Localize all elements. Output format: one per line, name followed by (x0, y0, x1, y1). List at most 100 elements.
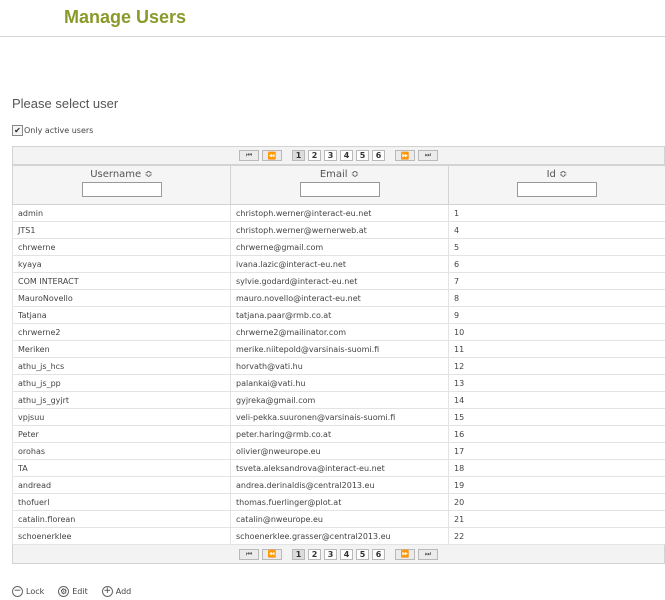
id-cell: 9 (448, 306, 665, 324)
page-2-button[interactable]: 2 (308, 150, 321, 161)
id-cell: 22 (448, 527, 665, 545)
email-cell: sylvie.godard@interact-eu.net (230, 272, 449, 290)
username-cell: JTS1 (12, 221, 231, 239)
previous-page-button[interactable]: ⏪ (262, 150, 282, 161)
table-row[interactable]: chrwerne chrwerne@gmail.com 5 (12, 238, 665, 256)
table-row[interactable]: vpjsuu veli-pekka.suuronen@varsinais-suom… (12, 408, 665, 426)
table-row[interactable]: COM INTERACT sylvie.godard@interact-eu.ne… (12, 272, 665, 290)
username-cell: Tatjana (12, 306, 231, 324)
plus-circle-icon: + (101, 586, 113, 597)
users-table: Username ≎ Email ≎ Id ≎ admin christoph.w… (12, 165, 665, 545)
table-row[interactable]: admin christoph.werner@interact-eu.net 1 (12, 204, 665, 222)
previous-page-icon: ⏪ (267, 151, 277, 160)
email-cell: chrwerne2@mailinator.com (230, 323, 449, 341)
next-page-button[interactable]: ⏩ (395, 548, 415, 560)
email-cell: christoph.werner@interact-eu.net (230, 204, 449, 222)
only-active-checkbox[interactable]: ✔ (12, 125, 23, 136)
page-5-button[interactable]: 5 (356, 150, 369, 161)
id-cell: 14 (448, 391, 665, 409)
table-row[interactable]: athu_js_pp palankai@vati.hu 13 (12, 374, 665, 392)
email-cell: horvath@vati.hu (230, 357, 449, 375)
email-cell: gyjreka@gmail.com (230, 391, 449, 409)
email-cell: schoenerklee.grasser@central2013.eu (230, 527, 449, 545)
id-cell: 7 (448, 272, 665, 290)
table-row[interactable]: athu_js_gyjrt gyjreka@gmail.com 14 (12, 391, 665, 409)
table-row[interactable]: chrwerne2 chrwerne2@mailinator.com 10 (12, 323, 665, 341)
table-row[interactable]: thofuerl thomas.fuerlinger@plot.at 20 (12, 493, 665, 511)
id-cell: 1 (448, 204, 665, 222)
table-row[interactable]: TA tsveta.aleksandrova@interact-eu.net 18 (12, 459, 665, 477)
id-cell: 12 (448, 357, 665, 375)
email-cell: christoph.werner@wernerweb.at (230, 221, 449, 239)
lock-button[interactable]: − Lock (12, 586, 44, 597)
table-row[interactable]: andread andrea.derinaldis@central2013.eu 1… (12, 476, 665, 494)
first-page-icon: ⏮ (245, 151, 253, 159)
page-5-button[interactable]: 5 (356, 548, 369, 560)
page-6-button[interactable]: 6 (372, 548, 385, 560)
table-row[interactable]: MauroNovello mauro.novello@interact-eu.ne… (12, 289, 665, 307)
table-row[interactable]: catalin.florean catalin@nweurope.eu 21 (12, 510, 665, 528)
table-row[interactable]: schoenerklee schoenerklee.grasser@central… (12, 527, 665, 545)
id-header-label: Id (546, 169, 556, 180)
next-page-icon: ⏩ (400, 151, 410, 160)
email-cell: mauro.novello@interact-eu.net (230, 289, 449, 307)
add-label: Add (115, 587, 132, 596)
column-header-id[interactable]: Id ≎ (448, 165, 665, 205)
email-cell: merike.niitepold@varsinais-suomi.fi (230, 340, 449, 358)
users-table-container: ⏮ ⏪ 1 2 3 4 5 6 ⏩ ⏭ Username ≎ Email ≎ I… (12, 146, 665, 564)
first-page-button[interactable]: ⏮ (239, 548, 259, 560)
last-page-button[interactable]: ⏭ (418, 548, 438, 560)
id-cell: 5 (448, 238, 665, 256)
edit-label: Edit (72, 587, 88, 596)
username-cell: vpjsuu (12, 408, 231, 426)
table-row[interactable]: Peter peter.haring@rmb.co.at 16 (12, 425, 665, 443)
page-4-button[interactable]: 4 (340, 548, 353, 560)
email-cell: andrea.derinaldis@central2013.eu (230, 476, 449, 494)
table-row[interactable]: athu_js_hcs horvath@vati.hu 12 (12, 357, 665, 375)
page-6-button[interactable]: 6 (372, 150, 385, 161)
column-header-username[interactable]: Username ≎ (12, 165, 231, 205)
next-page-button[interactable]: ⏩ (395, 150, 415, 161)
id-cell: 19 (448, 476, 665, 494)
email-cell: tatjana.paar@rmb.co.at (230, 306, 449, 324)
add-button[interactable]: + Add (101, 586, 132, 597)
email-cell: tsveta.aleksandrova@interact-eu.net (230, 459, 449, 477)
username-cell: athu_js_pp (12, 374, 231, 392)
table-row[interactable]: Meriken merike.niitepold@varsinais-suomi.… (12, 340, 665, 358)
page-1-button[interactable]: 1 (292, 548, 305, 560)
id-cell: 20 (448, 493, 665, 511)
action-bar: − Lock ⚙ Edit + Add (12, 586, 131, 597)
title-divider (0, 36, 665, 37)
email-cell: ivana.lazic@interact-eu.net (230, 255, 449, 273)
username-cell: thofuerl (12, 493, 231, 511)
table-row[interactable]: kyaya ivana.lazic@interact-eu.net 6 (12, 255, 665, 273)
edit-button[interactable]: ⚙ Edit (58, 586, 88, 597)
last-page-button[interactable]: ⏭ (418, 150, 438, 161)
column-header-email[interactable]: Email ≎ (230, 165, 449, 205)
id-cell: 17 (448, 442, 665, 460)
page-2-button[interactable]: 2 (308, 548, 321, 560)
id-filter-input[interactable] (517, 182, 597, 197)
table-row[interactable]: Tatjana tatjana.paar@rmb.co.at 9 (12, 306, 665, 324)
active-users-filter[interactable]: ✔ Only active users (12, 125, 93, 136)
sort-icon: ≎ (559, 169, 568, 180)
username-filter-input[interactable] (81, 182, 162, 197)
page-3-button[interactable]: 3 (324, 548, 337, 560)
page-3-button[interactable]: 3 (324, 150, 337, 161)
username-cell: MauroNovello (12, 289, 231, 307)
username-cell: athu_js_hcs (12, 357, 231, 375)
email-filter-input[interactable] (299, 182, 380, 197)
table-row[interactable]: orohas olivier@nweurope.eu 17 (12, 442, 665, 460)
previous-page-button[interactable]: ⏪ (262, 548, 282, 560)
email-header-label: Email (319, 169, 348, 180)
page-1-button[interactable]: 1 (292, 150, 305, 161)
page-title: Manage Users (64, 7, 187, 27)
previous-page-icon: ⏪ (267, 550, 277, 558)
id-cell: 13 (448, 374, 665, 392)
email-cell: veli-pekka.suuronen@varsinais-suomi.fi (230, 408, 449, 426)
first-page-button[interactable]: ⏮ (239, 150, 259, 161)
page-4-button[interactable]: 4 (340, 150, 353, 161)
only-active-label: Only active users (24, 126, 94, 135)
username-cell: schoenerklee (12, 527, 231, 545)
table-row[interactable]: JTS1 christoph.werner@wernerweb.at 4 (12, 221, 665, 239)
